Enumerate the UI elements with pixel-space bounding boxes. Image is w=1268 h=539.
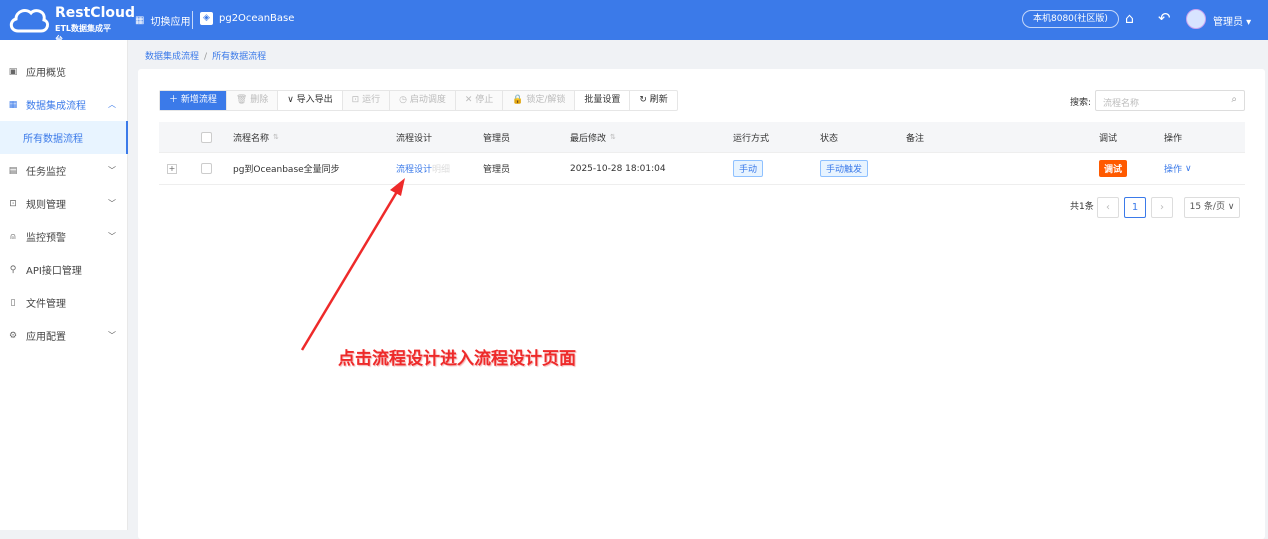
annotation-text: 点击流程设计进入流程设计页面	[338, 349, 576, 369]
annotation-arrow	[300, 178, 405, 351]
